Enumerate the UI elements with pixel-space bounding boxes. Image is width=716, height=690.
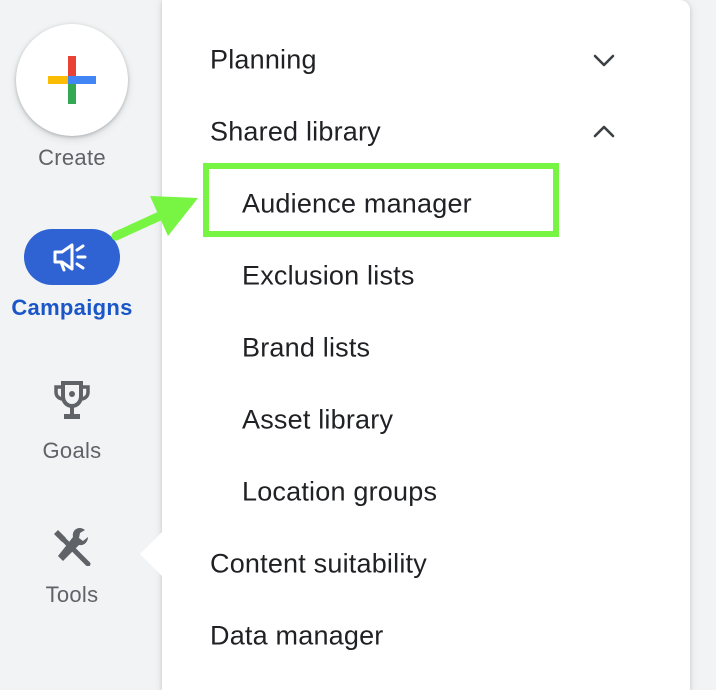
tools-label: Tools bbox=[45, 582, 99, 607]
megaphone-icon bbox=[53, 243, 87, 272]
campaigns-active-pill bbox=[24, 229, 120, 285]
create-label: Create bbox=[38, 145, 106, 170]
chevron-down-icon[interactable] bbox=[590, 46, 618, 74]
menu-item-exclusion-lists[interactable]: Exclusion lists bbox=[162, 248, 690, 304]
menu-item-label: Brand lists bbox=[242, 332, 371, 363]
left-nav-rail: Create Campaigns Goals Tools bbox=[0, 0, 162, 674]
annotation-arrow-icon bbox=[111, 196, 198, 241]
highlight-box-audience-manager bbox=[203, 163, 559, 237]
chevron-up-icon[interactable] bbox=[590, 118, 618, 146]
create-button[interactable] bbox=[16, 24, 128, 136]
tools-menu-panel: Planning Shared library Audience manager… bbox=[162, 0, 690, 690]
menu-item-label: Exclusion lists bbox=[242, 260, 415, 291]
nav-tools[interactable]: Tools bbox=[0, 524, 144, 614]
menu-item-shared-library[interactable]: Shared library bbox=[162, 104, 690, 160]
campaigns-label: Campaigns bbox=[11, 295, 133, 320]
goals-label: Goals bbox=[42, 438, 102, 463]
menu-pointer-notch bbox=[140, 530, 164, 578]
menu-item-label: Data manager bbox=[210, 620, 384, 651]
plus-multicolor-icon bbox=[48, 56, 96, 104]
menu-item-label: Location groups bbox=[242, 476, 438, 507]
menu-item-brand-lists[interactable]: Brand lists bbox=[162, 320, 690, 376]
menu-item-asset-library[interactable]: Asset library bbox=[162, 392, 690, 448]
menu-item-label: Planning bbox=[210, 44, 317, 75]
nav-goals[interactable]: Goals bbox=[0, 378, 144, 468]
menu-item-label: Asset library bbox=[242, 404, 394, 435]
menu-item-location-groups[interactable]: Location groups bbox=[162, 464, 690, 520]
tools-icon bbox=[54, 528, 91, 566]
menu-item-label: Shared library bbox=[210, 116, 381, 147]
menu-item-planning[interactable]: Planning bbox=[162, 32, 690, 88]
menu-item-data-manager[interactable]: Data manager bbox=[162, 608, 690, 664]
menu-item-label: Content suitability bbox=[210, 548, 427, 579]
trophy-icon bbox=[54, 381, 90, 419]
menu-item-content-suitability[interactable]: Content suitability bbox=[162, 536, 690, 592]
